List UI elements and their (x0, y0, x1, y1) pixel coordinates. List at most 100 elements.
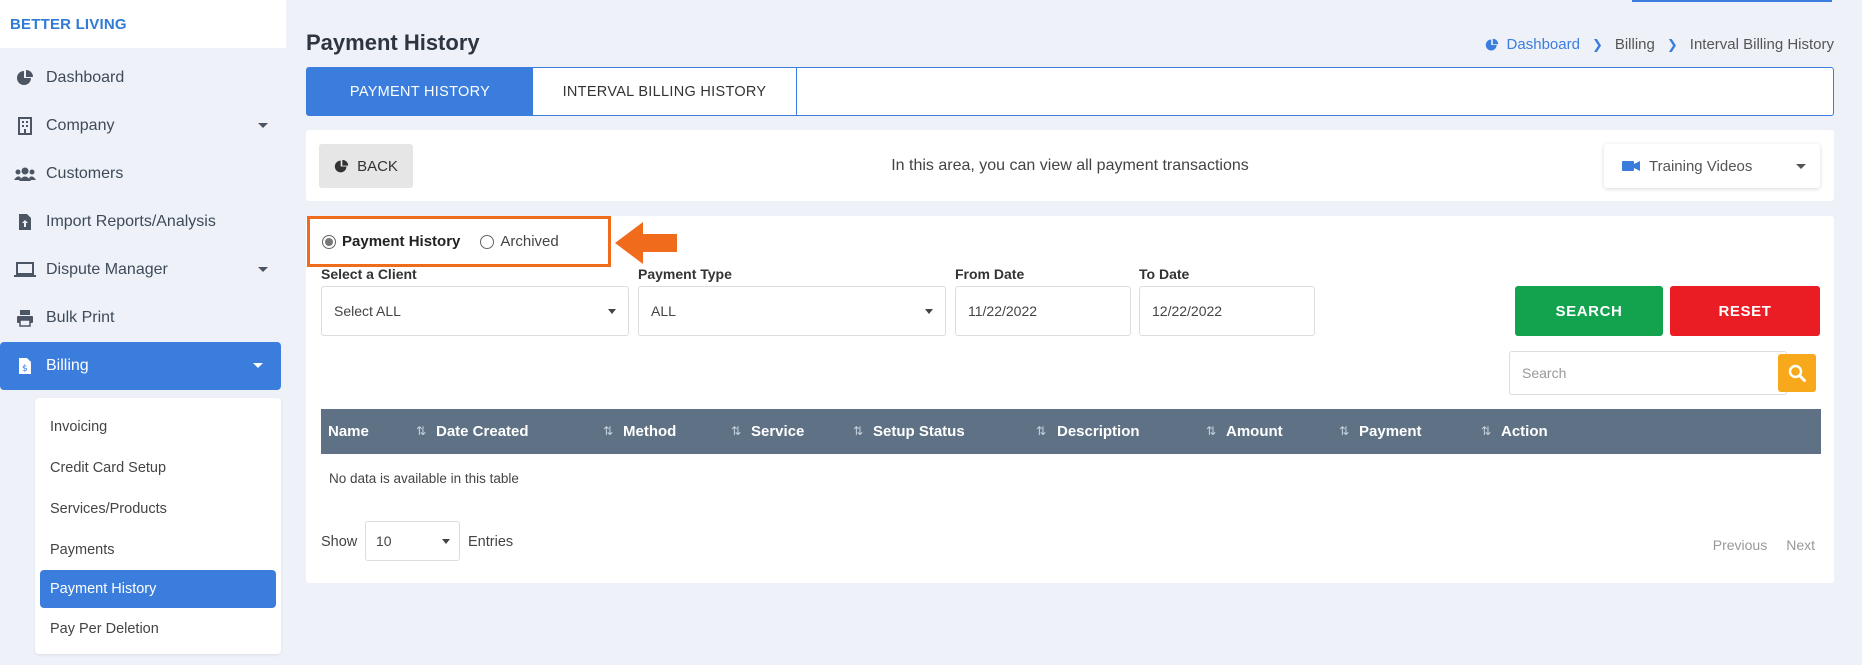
chevron-right-icon: ❯ (1591, 36, 1603, 52)
submenu-item-pay-per-deletion[interactable]: Pay Per Deletion (35, 608, 281, 649)
chevron-down-icon (925, 309, 933, 314)
sidebar-item-company[interactable]: Company (0, 102, 286, 150)
sidebar-item-label: Import Reports/Analysis (46, 213, 216, 230)
sidebar-item-label: Customers (46, 165, 124, 182)
chevron-down-icon (253, 363, 263, 368)
sort-icon: ⇅ (731, 424, 742, 438)
table-header: Name ⇅ Date Created ⇅ Method ⇅ Service ⇅… (321, 409, 1821, 454)
submenu-item-invoicing[interactable]: Invoicing (35, 406, 281, 447)
breadcrumb: Dashboard ❯ Billing ❯ Interval Billing H… (1485, 36, 1834, 53)
page-size-value: 10 (376, 533, 392, 549)
next-page-button[interactable]: Next (1786, 537, 1815, 553)
from-date-label: From Date (955, 266, 1025, 282)
radio-archived[interactable]: Archived (480, 233, 559, 250)
payment-type-select[interactable]: ALL (638, 286, 946, 336)
chevron-down-icon (608, 309, 616, 314)
reset-button[interactable]: RESET (1670, 286, 1820, 336)
sidebar-item-label: Dispute Manager (46, 261, 168, 278)
column-date-created[interactable]: Date Created (436, 409, 529, 454)
video-camera-icon (1622, 160, 1640, 172)
column-label: Setup Status (873, 423, 965, 440)
column-payment[interactable]: Payment (1359, 409, 1422, 454)
radio-label: Payment History (342, 233, 461, 250)
sidebar-item-dispute-manager[interactable]: Dispute Manager (0, 246, 286, 294)
column-method[interactable]: Method (623, 409, 676, 454)
to-date-input[interactable]: 12/22/2022 (1139, 286, 1315, 336)
page-size-select[interactable]: 10 (365, 521, 460, 561)
sidebar-item-label: Billing (46, 357, 89, 374)
radio-label: Archived (500, 233, 559, 250)
radio-payment-history[interactable]: Payment History (322, 233, 460, 250)
column-action[interactable]: Action (1501, 409, 1548, 454)
from-date-input[interactable]: 11/22/2022 (955, 286, 1131, 336)
sidebar-item-bulk-print[interactable]: Bulk Print (0, 294, 286, 342)
client-select[interactable]: Select ALL (321, 286, 629, 336)
chevron-down-icon (442, 539, 450, 544)
chevron-down-icon (1796, 164, 1806, 169)
sidebar-item-label: Company (46, 117, 115, 134)
submenu-item-payments[interactable]: Payments (35, 529, 281, 570)
client-select-value: Select ALL (334, 303, 401, 319)
column-label: Description (1057, 423, 1140, 440)
entries-label: Entries (468, 534, 514, 550)
breadcrumb-billing[interactable]: Billing (1615, 36, 1655, 53)
sidebar-item-label: Dashboard (46, 69, 125, 86)
submenu-item-credit-card-setup[interactable]: Credit Card Setup (35, 447, 281, 488)
to-date-value: 12/22/2022 (1152, 303, 1223, 319)
column-service[interactable]: Service (751, 409, 804, 454)
sidebar-item-import-reports[interactable]: Import Reports/Analysis (0, 198, 286, 246)
chevron-down-icon (258, 267, 268, 272)
column-label: Payment (1359, 423, 1422, 440)
highlight-arrow-icon (615, 222, 677, 264)
submenu-item-payment-history[interactable]: Payment History (40, 570, 276, 608)
column-amount[interactable]: Amount (1226, 409, 1283, 454)
table-search-input[interactable]: Search (1509, 351, 1787, 395)
sort-icon: ⇅ (603, 424, 614, 438)
sidebar-item-customers[interactable]: Customers (0, 150, 286, 198)
printer-icon (14, 307, 36, 329)
tab-interval-billing-history[interactable]: INTERVAL BILLING HISTORY (533, 68, 797, 115)
sort-icon: ⇅ (416, 424, 427, 438)
previous-page-button[interactable]: Previous (1713, 537, 1767, 553)
brand-logo[interactable]: BETTER LIVING (0, 0, 286, 48)
submenu-item-services-products[interactable]: Services/Products (35, 488, 281, 529)
table-search-button[interactable] (1778, 354, 1816, 392)
radio-dot (322, 234, 336, 249)
show-label: Show (321, 534, 358, 550)
tab-payment-history[interactable]: PAYMENT HISTORY (307, 68, 533, 115)
sort-icon: ⇅ (1339, 424, 1350, 438)
sort-icon: ⇅ (853, 424, 864, 438)
breadcrumb-dashboard-link[interactable]: Dashboard (1485, 36, 1580, 53)
breadcrumb-label: Dashboard (1506, 36, 1580, 53)
sidebar-item-dashboard[interactable]: Dashboard (0, 54, 286, 102)
svg-text:$: $ (22, 364, 28, 374)
sidebar-item-label: Bulk Print (46, 309, 115, 326)
payment-history-panel: Payment History Archived Select a Client… (306, 216, 1834, 583)
column-name[interactable]: Name (328, 409, 369, 454)
search-button[interactable]: SEARCH (1515, 286, 1663, 336)
chevron-right-icon: ❯ (1666, 36, 1678, 52)
invoice-icon: $ (14, 355, 36, 377)
history-type-radio-group: Payment History Archived (307, 216, 611, 267)
pie-chart-icon (1485, 38, 1499, 52)
column-label: Name (328, 423, 369, 440)
page-title: Payment History (306, 30, 480, 55)
column-label: Date Created (436, 423, 529, 440)
column-label: Amount (1226, 423, 1283, 440)
training-videos-dropdown[interactable]: Training Videos (1604, 144, 1820, 188)
sidebar-item-billing[interactable]: $ Billing (0, 342, 281, 390)
users-icon (14, 163, 36, 185)
pagination: Previous Next (1694, 537, 1815, 553)
payment-type-value: ALL (651, 303, 676, 319)
radio-dot (480, 234, 495, 249)
file-import-icon (14, 211, 36, 233)
column-description[interactable]: Description (1057, 409, 1140, 454)
laptop-icon (14, 259, 36, 281)
top-accent-bar (1632, 0, 1832, 2)
sidebar-nav: Dashboard Company Customers Import Repor… (0, 54, 286, 390)
column-label: Action (1501, 423, 1548, 440)
to-date-label: To Date (1139, 266, 1190, 282)
client-label: Select a Client (321, 266, 417, 282)
column-setup-status[interactable]: Setup Status (873, 409, 965, 454)
training-videos-label: Training Videos (1649, 157, 1753, 175)
